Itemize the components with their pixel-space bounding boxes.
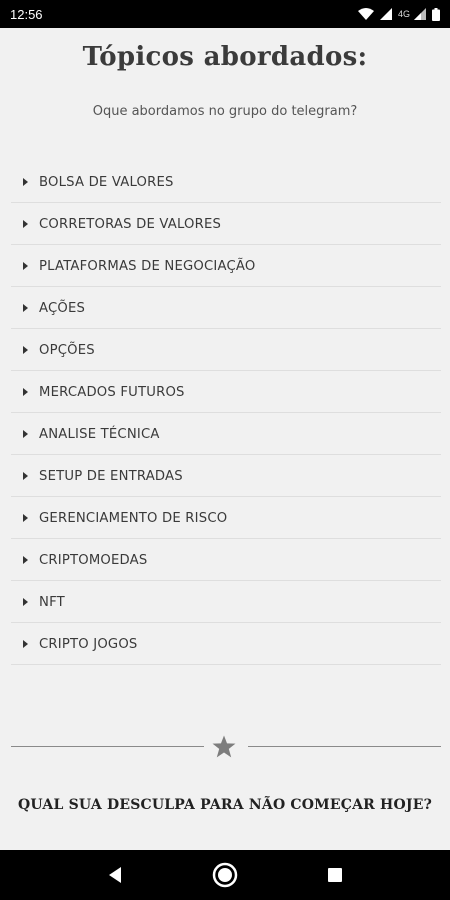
caret-right-icon xyxy=(23,304,28,312)
topic-item[interactable]: ANALISE TÉCNICA xyxy=(11,414,441,455)
battery-icon xyxy=(432,7,440,21)
topic-label: PLATAFORMAS DE NEGOCIAÇÃO xyxy=(39,258,256,274)
star-divider xyxy=(11,730,441,764)
topic-item[interactable]: CRIPTOMOEDAS xyxy=(11,540,441,581)
topic-label: CORRETORAS DE VALORES xyxy=(39,216,222,232)
topic-item[interactable]: OPÇÕES xyxy=(11,330,441,371)
home-button[interactable] xyxy=(205,855,245,895)
topic-item[interactable]: MERCADOS FUTUROS xyxy=(11,372,441,413)
caret-right-icon xyxy=(23,346,28,354)
topic-label: NFT xyxy=(39,594,65,610)
topic-label: SETUP DE ENTRADAS xyxy=(39,468,183,484)
topic-item[interactable]: AÇÕES xyxy=(11,288,441,329)
topic-label: OPÇÕES xyxy=(39,342,95,358)
caret-right-icon xyxy=(23,472,28,480)
caret-right-icon xyxy=(23,220,28,228)
topic-label: BOLSA DE VALORES xyxy=(39,174,174,190)
topic-item[interactable]: GERENCIAMENTO DE RISCO xyxy=(11,498,441,539)
status-bar: 12:56 4G xyxy=(0,0,450,28)
topic-label: CRIPTOMOEDAS xyxy=(39,552,148,568)
topic-item[interactable]: PLATAFORMAS DE NEGOCIAÇÃO xyxy=(11,246,441,287)
caret-right-icon xyxy=(23,430,28,438)
status-time: 12:56 xyxy=(10,6,43,22)
topic-item[interactable]: CRIPTO JOGOS xyxy=(11,624,441,665)
cta-heading: QUAL SUA DESCULPA PARA NÃO COMEÇAR HOJE? xyxy=(18,797,432,813)
divider-line-right xyxy=(248,746,441,747)
back-button[interactable] xyxy=(95,855,135,895)
star-icon xyxy=(212,735,236,758)
topic-label: ANALISE TÉCNICA xyxy=(39,426,160,442)
caret-right-icon xyxy=(23,388,28,396)
caret-right-icon xyxy=(23,514,28,522)
topic-item[interactable]: SETUP DE ENTRADAS xyxy=(11,456,441,497)
topic-label: GERENCIAMENTO DE RISCO xyxy=(39,510,228,526)
back-icon xyxy=(109,867,121,883)
page-title: Tópicos abordados: xyxy=(82,42,368,72)
caret-right-icon xyxy=(23,640,28,648)
topic-item[interactable]: NFT xyxy=(11,582,441,623)
caret-right-icon xyxy=(23,178,28,186)
topic-list: BOLSA DE VALORES CORRETORAS DE VALORES P… xyxy=(11,162,441,666)
page-subtitle: Oque abordamos no grupo do telegram? xyxy=(92,104,358,119)
topic-label: AÇÕES xyxy=(39,300,86,316)
navigation-bar xyxy=(0,850,450,900)
topic-item[interactable]: CORRETORAS DE VALORES xyxy=(11,204,441,245)
divider-line-left xyxy=(11,746,204,747)
status-icons: 4G xyxy=(357,7,440,21)
network-type: 4G xyxy=(397,9,410,19)
topic-label: CRIPTO JOGOS xyxy=(39,636,138,652)
topic-item[interactable]: BOLSA DE VALORES xyxy=(11,162,441,203)
wifi-icon xyxy=(357,8,374,20)
home-icon xyxy=(212,862,238,888)
signal-icon xyxy=(379,8,392,20)
recents-button[interactable] xyxy=(315,855,355,895)
recents-icon xyxy=(328,868,342,882)
signal-icon-2 xyxy=(414,8,426,20)
caret-right-icon xyxy=(23,262,28,270)
caret-right-icon xyxy=(23,598,28,606)
caret-right-icon xyxy=(23,556,28,564)
topic-label: MERCADOS FUTUROS xyxy=(39,384,185,400)
